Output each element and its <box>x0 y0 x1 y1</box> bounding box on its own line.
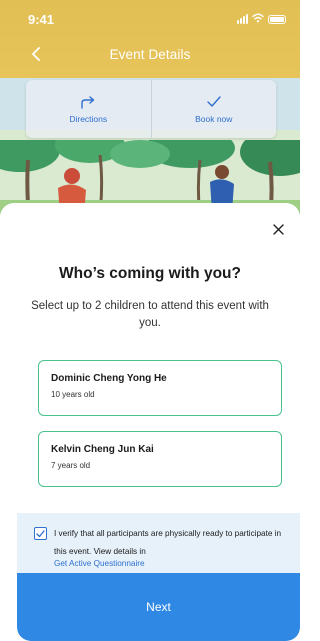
nav-bar: Event Details <box>0 38 300 70</box>
book-now-button[interactable]: Book now <box>150 80 277 138</box>
verify-consent-box: I verify that all participants are physi… <box>17 513 300 573</box>
back-button[interactable] <box>26 44 46 64</box>
status-time: 9:41 <box>28 11 55 27</box>
verify-checkbox[interactable] <box>34 527 47 540</box>
phone-screen: 9:41 Event Details Directions Book now W… <box>0 0 300 641</box>
sheet-subtitle: Select up to 2 children to attend this e… <box>31 300 269 329</box>
sheet-title: Who’s coming with you? <box>59 265 241 282</box>
chevron-left-icon <box>32 47 40 61</box>
page-title: Event Details <box>109 46 191 62</box>
close-button[interactable] <box>268 219 288 239</box>
book-now-label: Book now <box>195 113 233 124</box>
child-name: Kelvin Cheng Jun Kai <box>51 444 154 455</box>
child-option-card[interactable]: Kelvin Cheng Jun Kai 7 years old <box>38 431 282 487</box>
status-icons <box>237 10 286 28</box>
event-actions-card: Directions Book now <box>26 80 276 138</box>
checkmark-icon <box>207 95 221 107</box>
close-icon <box>272 223 284 235</box>
verify-text: I verify that all participants are physi… <box>54 529 282 556</box>
child-name: Dominic Cheng Yong He <box>51 373 167 384</box>
directions-button[interactable]: Directions <box>26 80 151 138</box>
event-details-background: 9:41 Event Details Directions Book now <box>0 0 300 230</box>
child-age: 10 years old <box>51 390 95 399</box>
directions-icon <box>81 95 95 109</box>
bottom-sheet: Who’s coming with you? Select up to 2 ch… <box>0 203 300 641</box>
child-option-card[interactable]: Dominic Cheng Yong He 10 years old <box>38 360 282 416</box>
next-button[interactable]: Next <box>17 573 300 641</box>
next-button-label: Next <box>146 600 171 614</box>
wifi-icon <box>252 10 264 28</box>
status-bar: 9:41 <box>0 0 300 38</box>
questionnaire-link[interactable]: Get Active Questionnaire <box>54 559 292 568</box>
battery-icon <box>268 14 286 24</box>
checkmark-icon <box>36 529 45 537</box>
directions-label: Directions <box>69 113 108 124</box>
child-age: 7 years old <box>51 461 91 470</box>
signal-icon <box>237 14 248 24</box>
